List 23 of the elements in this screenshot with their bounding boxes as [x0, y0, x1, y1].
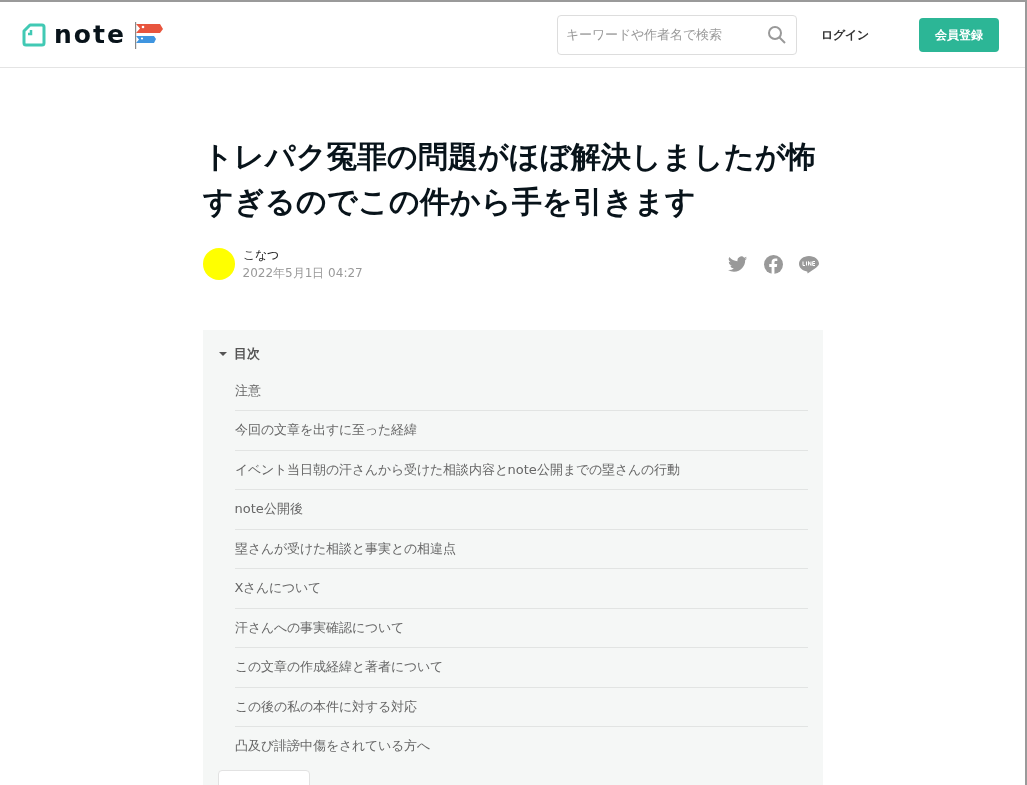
toc-toggle[interactable]: 目次 [217, 344, 260, 364]
toc-link[interactable]: 汗さんへの事実確認について [234, 608, 808, 648]
toc-link[interactable]: 凸及び誹謗中傷をされている方へ [234, 727, 808, 766]
search-icon[interactable] [767, 24, 787, 45]
toc-link[interactable]: イベント当日朝の汗さんから受けた相談内容とnote公開までの塁さんの行動 [234, 450, 808, 490]
article-title: トレパク冤罪の問題がほぼ解決しましたが怖すぎるのでこの件から手を引きます [202, 138, 817, 221]
toc-link[interactable]: 今回の文章を出すに至った経緯 [234, 411, 808, 451]
bird-icon[interactable] [727, 255, 748, 273]
note-icon [22, 22, 46, 47]
login-button[interactable]: ログイン [821, 25, 869, 44]
toc-link[interactable]: この後の私の本件に対する対応 [234, 687, 808, 727]
search-field[interactable]: キーワードや作者名で検索 [557, 14, 797, 55]
post-date: 2022年5月1日 04:27 [242, 265, 363, 282]
carp-streamer-icon [133, 20, 164, 49]
toc-link[interactable]: 塁さんが受けた相談と事実との相違点 [234, 529, 808, 569]
toc-link[interactable]: note公開後 [234, 490, 808, 530]
author-name[interactable]: こなつ [242, 246, 363, 264]
facebook-icon[interactable] [763, 254, 783, 274]
toc-link[interactable]: Xさんについて [234, 569, 808, 609]
chat-bubble-icon[interactable] [798, 254, 819, 274]
toc-link[interactable]: 注意 [234, 371, 808, 411]
toc-link[interactable]: この文章の作成経緯と著者について [234, 648, 808, 688]
logo-link[interactable]: note [54, 22, 126, 47]
